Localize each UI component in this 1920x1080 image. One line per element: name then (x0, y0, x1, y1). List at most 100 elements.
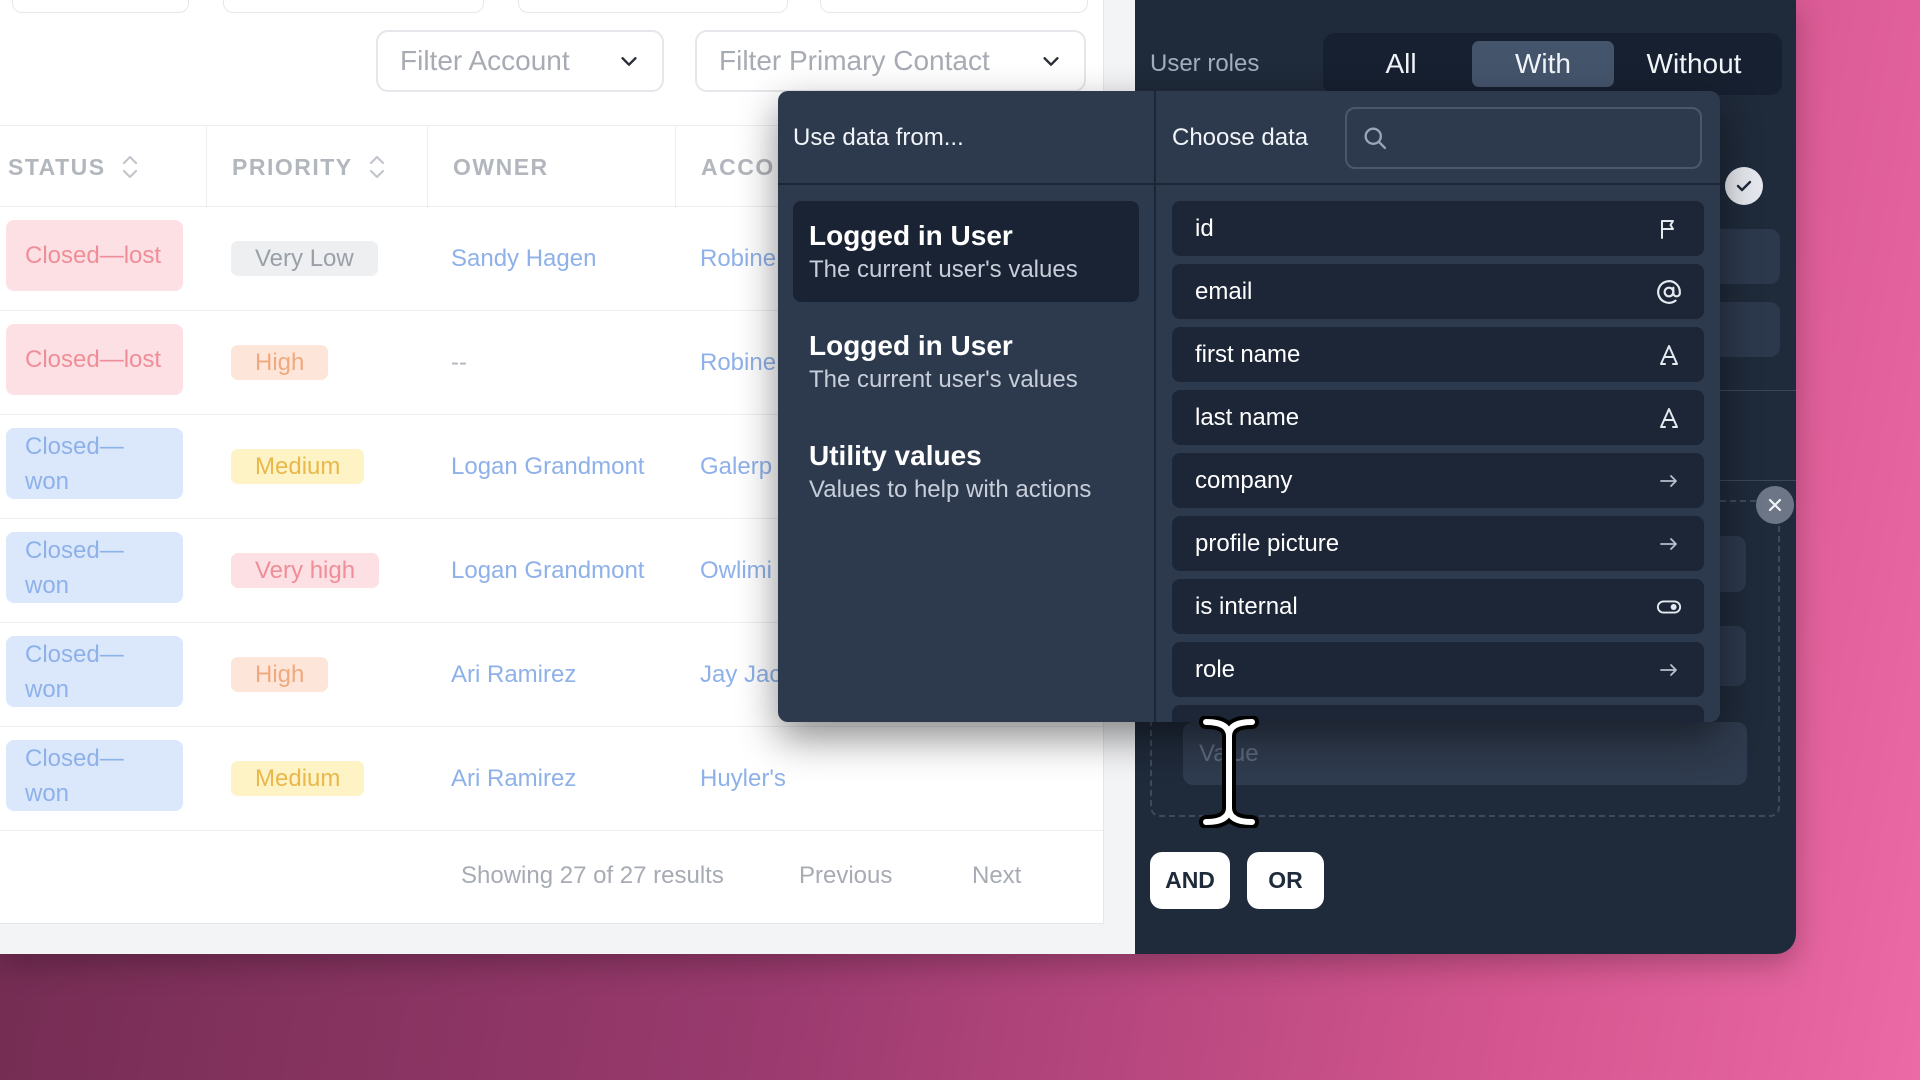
filter-account-label: Filter Account (400, 45, 570, 76)
search-icon (1364, 127, 1387, 150)
column-header-priority-label: PRIORITY (232, 153, 353, 180)
status-badge: Closed—won (6, 636, 183, 707)
user-roles-label: User roles (1150, 50, 1260, 77)
segment-with[interactable]: With (1472, 41, 1614, 87)
field-label: role (1195, 655, 1236, 683)
column-header-owner[interactable]: OWNER (453, 126, 549, 208)
source-title: Logged in User (809, 220, 1013, 251)
account-link[interactable]: Galerp (700, 449, 772, 485)
data-source-popover: Use data from... Choose data Logged in U… (778, 91, 1720, 722)
priority-badge: Medium (231, 449, 365, 484)
source-logged-in-user-2[interactable]: Logged in User The current user's values (793, 311, 1139, 412)
field-role[interactable]: role (1172, 642, 1704, 697)
popover-header-divider (778, 183, 1720, 185)
sort-icon (122, 155, 137, 179)
source-subtitle: Values to help with actions (809, 476, 1092, 503)
source-logged-in-user[interactable]: Logged in User The current user's values (793, 201, 1139, 302)
account-link[interactable]: Jay Jac (700, 657, 781, 693)
ghost-filter-4[interactable] (820, 0, 1088, 13)
text-a-icon (1656, 342, 1682, 368)
field-label: is internal (1195, 592, 1298, 620)
status-badge: Closed—won (6, 532, 183, 603)
text-a-icon (1656, 405, 1682, 431)
owner-link[interactable]: Ari Ramirez (451, 761, 576, 797)
source-subtitle: The current user's values (809, 256, 1078, 283)
filter-primary-contact-dropdown[interactable]: Filter Primary Contact (695, 30, 1086, 92)
table-row[interactable]: Closed—won Medium Ari Ramirez Huyler's (0, 727, 1103, 831)
field-email[interactable]: email (1172, 264, 1704, 319)
arrow-right-icon (1656, 657, 1682, 683)
flag-icon (1656, 216, 1682, 242)
source-utility-values[interactable]: Utility values Values to help with actio… (793, 421, 1139, 522)
choose-data-heading: Choose data (1172, 124, 1309, 151)
priority-badge: Medium (231, 761, 365, 796)
field-is-internal[interactable]: is internal (1172, 579, 1704, 634)
owner-link[interactable]: Logan Grandmont (451, 449, 644, 485)
value-input[interactable] (1183, 722, 1747, 785)
field-label: id (1195, 214, 1214, 242)
column-header-account-label: ACCO (701, 153, 775, 180)
priority-badge: High (231, 657, 329, 692)
source-subtitle: The current user's values (809, 366, 1078, 393)
next-page-button[interactable]: Next (972, 862, 1021, 890)
account-link[interactable]: Robine (700, 241, 776, 277)
text-cursor-icon (1199, 716, 1259, 828)
ghost-filter-1[interactable] (12, 0, 189, 13)
status-badge: Closed—lost (6, 324, 183, 395)
account-link[interactable]: Huyler's (700, 761, 786, 797)
sort-icon (369, 155, 384, 179)
field-id[interactable]: id (1172, 201, 1704, 256)
column-header-status[interactable]: STATUS (8, 126, 138, 208)
and-button[interactable]: AND (1150, 852, 1230, 909)
source-title: Utility values (809, 440, 982, 471)
field-first-name[interactable]: first name (1172, 327, 1704, 382)
close-icon[interactable] (1756, 486, 1794, 524)
owner-link[interactable]: Ari Ramirez (451, 657, 576, 693)
column-divider (675, 126, 676, 208)
priority-badge: Very Low (231, 241, 378, 276)
or-button[interactable]: OR (1247, 852, 1324, 909)
column-header-account[interactable]: ACCO (701, 126, 775, 208)
ghost-filter-3[interactable] (518, 0, 788, 13)
column-header-owner-label: OWNER (453, 153, 549, 180)
priority-badge: Very high (231, 553, 380, 588)
field-label: last name (1195, 403, 1300, 431)
column-header-priority[interactable]: PRIORITY (232, 126, 385, 208)
column-divider (427, 126, 428, 208)
status-badge: Closed—won (6, 428, 183, 499)
results-count: Showing 27 of 27 results (461, 862, 724, 889)
arrow-right-icon (1656, 531, 1682, 557)
user-roles-segmented-control: All With Without (1323, 33, 1782, 95)
arrow-right-icon (1656, 468, 1682, 494)
status-badge: Closed—lost (6, 220, 183, 291)
owner-link[interactable]: Logan Grandmont (451, 553, 644, 589)
account-link[interactable]: Robine (700, 345, 776, 381)
field-last-name[interactable]: last name (1172, 390, 1704, 445)
field-profile-picture[interactable]: profile picture (1172, 516, 1704, 571)
field-label: first name (1195, 340, 1301, 368)
column-divider (206, 126, 207, 208)
field-label: email (1195, 277, 1253, 305)
source-title: Logged in User (809, 330, 1013, 361)
priority-badge: High (231, 345, 329, 380)
popover-column-divider (1154, 91, 1156, 722)
field-label: company (1195, 466, 1293, 494)
chevron-down-icon (621, 57, 637, 66)
previous-page-button[interactable]: Previous (799, 862, 892, 890)
owner-link[interactable]: Sandy Hagen (451, 241, 596, 277)
segment-without[interactable]: Without (1614, 41, 1774, 87)
data-search-input[interactable] (1345, 107, 1702, 169)
filter-account-dropdown[interactable]: Filter Account (376, 30, 664, 92)
chevron-down-icon (1043, 57, 1059, 66)
toggle-icon (1656, 594, 1682, 620)
field-company[interactable]: company (1172, 453, 1704, 508)
ghost-filter-2[interactable] (223, 0, 484, 13)
check-icon[interactable] (1725, 167, 1763, 205)
app-window: Filter Account Filter Primary Contact ST… (0, 0, 1796, 954)
owner-empty: -- (451, 349, 467, 376)
filter-contact-label: Filter Primary Contact (719, 45, 990, 76)
segment-all[interactable]: All (1330, 41, 1472, 87)
status-badge: Closed—won (6, 740, 183, 811)
use-data-from-heading: Use data from... (793, 124, 964, 151)
account-link[interactable]: Owlimi (700, 553, 772, 589)
